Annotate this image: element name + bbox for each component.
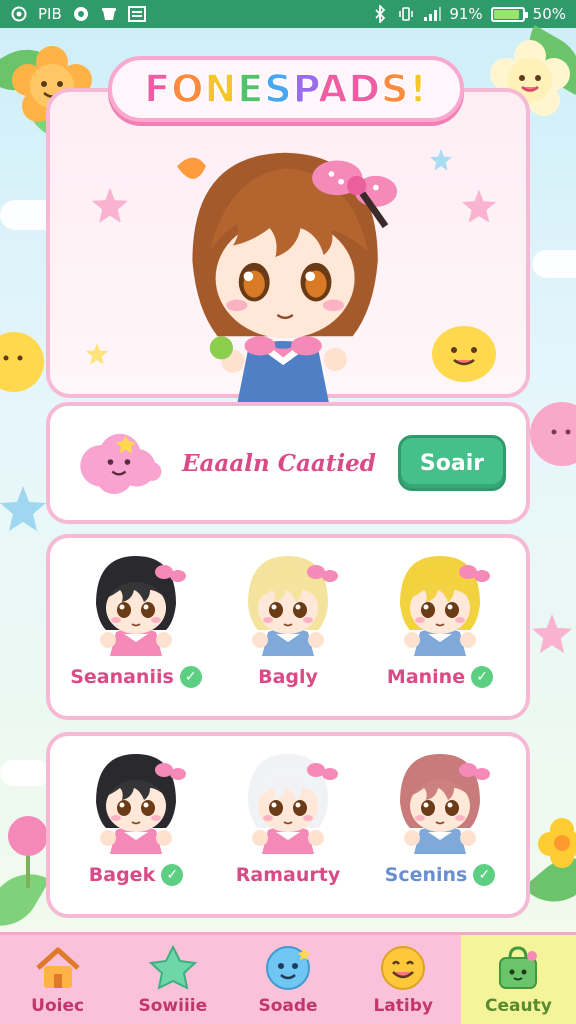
bottom-navigation: Uoiec Sowiiie Soade Latiby Ceauty: [0, 932, 576, 1024]
lollipop-icon: [8, 816, 48, 888]
star-icon: [532, 614, 572, 654]
flower-icon: [538, 818, 576, 868]
app-title: FONESPADS!: [144, 66, 428, 112]
star-icon: [462, 189, 496, 222]
nav-item[interactable]: Soade: [230, 935, 345, 1024]
nav-item-label: Uoiec: [31, 995, 85, 1016]
star-icon: [86, 342, 108, 364]
bag-icon: [492, 944, 544, 992]
nav-item-label: Sowiiie: [138, 995, 208, 1016]
title-letter: !: [409, 66, 428, 112]
pink-blob-mascot-icon: [80, 433, 162, 495]
nav-item[interactable]: Sowiiie: [115, 935, 230, 1024]
character-card[interactable]: Manine ✓: [366, 552, 514, 716]
title-letter: F: [144, 66, 172, 112]
bubble-face-icon: [262, 944, 314, 992]
title-letter: O: [170, 66, 205, 112]
bluetooth-icon: [371, 5, 389, 23]
check-icon: ✓: [473, 864, 496, 886]
check-icon: ✓: [179, 666, 202, 688]
title-letter: D: [348, 66, 382, 112]
vibrate-icon: [397, 5, 415, 23]
nav-item-label: Latiby: [373, 995, 433, 1016]
character-name: Manine: [386, 666, 466, 688]
app-title-banner: FONESPADS!: [108, 56, 464, 122]
smiley-icon: [377, 944, 429, 992]
character-grid-row-1: Seananiis ✓ Bagly Manine ✓: [46, 534, 530, 720]
cloud-decoration: [0, 760, 50, 786]
character-label: Ramaurty: [236, 864, 340, 886]
star-icon: [430, 148, 452, 170]
character-avatar: [236, 552, 340, 660]
cup-icon: [100, 5, 118, 23]
yellow-blob-icon: [0, 332, 44, 392]
title-letter: P: [292, 66, 319, 112]
sun-face-icon: [432, 326, 496, 382]
star-icon: [92, 187, 128, 222]
character-label: Bagly: [258, 666, 318, 688]
nav-item[interactable]: Uoiec: [0, 935, 115, 1024]
character-name: Scenins: [384, 864, 468, 886]
title-letter: A: [317, 66, 349, 112]
scan-button[interactable]: Soair: [398, 435, 506, 491]
character-name: Ramaurty: [235, 864, 341, 886]
character-card[interactable]: Seananiis ✓: [62, 552, 210, 716]
nav-item-label: Ceauty: [485, 995, 552, 1016]
profile-name: Eaaaln Caatied: [182, 449, 376, 477]
status-left-text: PIB: [38, 5, 62, 23]
character-avatar: [84, 552, 188, 660]
battery-percent: 50%: [532, 5, 566, 23]
star-icon: [147, 944, 199, 992]
title-letter: N: [204, 66, 238, 112]
character-card[interactable]: Bagek ✓: [62, 750, 210, 914]
signal-icon: [423, 5, 442, 23]
character-grid-row-2: Bagek ✓ Ramaurty Scenins ✓: [46, 732, 530, 918]
character-label: Seananiis ✓: [70, 666, 202, 688]
character-name: Bagly: [258, 666, 318, 688]
character-card[interactable]: Scenins ✓: [366, 750, 514, 914]
app-circle-icon: [10, 5, 28, 23]
hero-character-avatar: [176, 152, 398, 435]
check-icon: ✓: [161, 864, 184, 886]
status-bar: PIB 91% 50%: [0, 0, 576, 28]
nav-item-label: Soade: [258, 995, 318, 1016]
notification-icon: [72, 5, 90, 23]
title-letter: S: [380, 66, 410, 112]
character-label: Manine ✓: [386, 666, 494, 688]
cloud-decoration: [532, 250, 576, 278]
character-avatar: [84, 750, 188, 858]
character-card[interactable]: Bagly: [214, 552, 362, 716]
pink-blob-icon: [530, 402, 576, 466]
profile-name-card: Eaaaln Caatied Soair: [46, 402, 530, 524]
nav-item[interactable]: Ceauty: [460, 935, 576, 1024]
nav-item[interactable]: Latiby: [346, 935, 461, 1024]
battery-icon: [490, 6, 528, 22]
character-avatar: [388, 552, 492, 660]
character-card[interactable]: Ramaurty: [214, 750, 362, 914]
menu-icon: [127, 5, 146, 23]
title-letter: E: [237, 66, 265, 112]
character-label: Scenins ✓: [385, 864, 496, 886]
title-letter: S: [264, 66, 293, 112]
character-avatar: [388, 750, 492, 858]
character-label: Bagek ✓: [88, 864, 184, 886]
star-icon: [0, 486, 46, 531]
house-icon: [32, 944, 84, 992]
signal-percent: 91%: [449, 5, 483, 23]
character-name: Seananiis: [70, 666, 174, 688]
check-icon: ✓: [471, 666, 494, 688]
character-name: Bagek: [88, 864, 156, 886]
character-avatar: [236, 750, 340, 858]
